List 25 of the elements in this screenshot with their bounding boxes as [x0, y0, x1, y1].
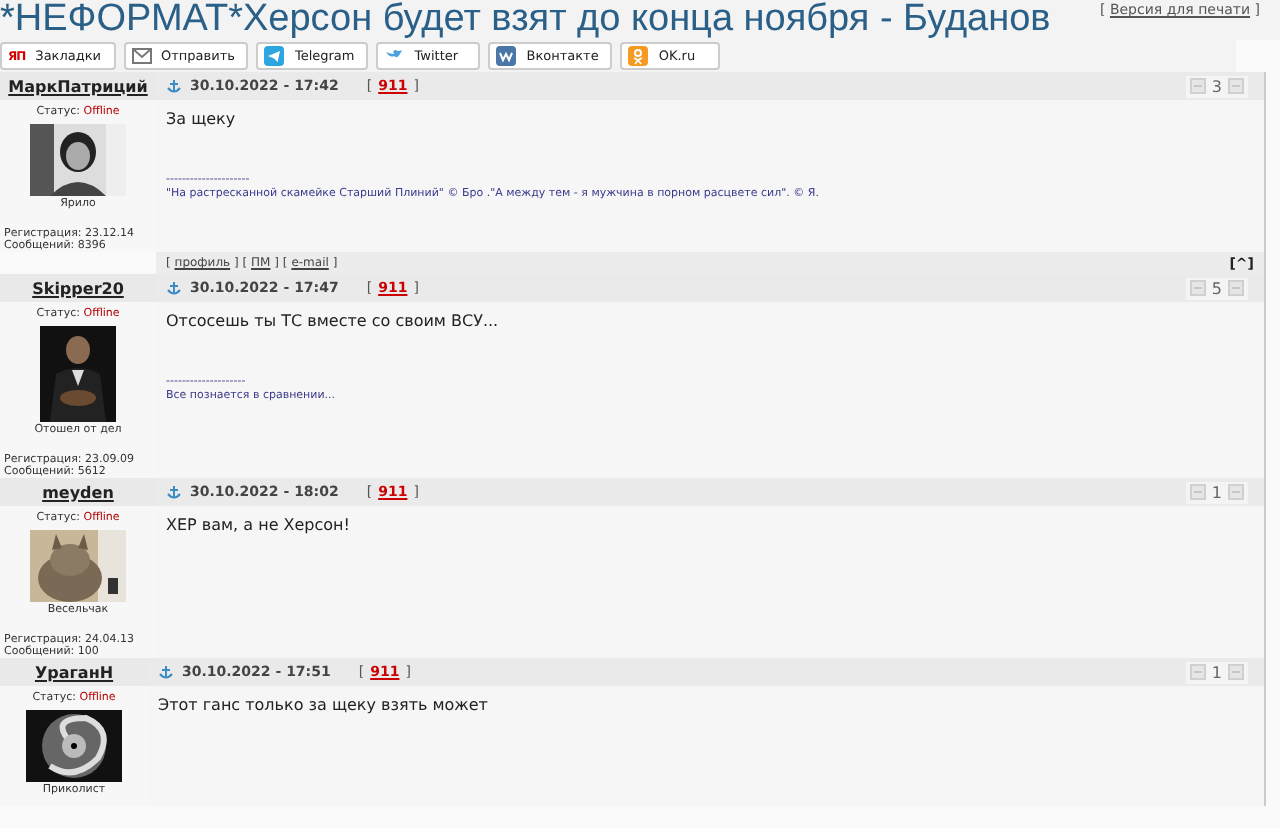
- rating-count: 3: [1211, 77, 1222, 95]
- minus-icon[interactable]: [1189, 484, 1206, 500]
- author-name[interactable]: МаркПатриций: [8, 77, 148, 95]
- anchor-icon[interactable]: [166, 78, 182, 94]
- post-text: Отсосешь ты ТС вместе со своим ВСУ...: [166, 312, 501, 330]
- page-title: *НЕФОРМАТ*Херсон будет взят до конца ноября - Буданов: [0, 0, 1051, 40]
- post-text: ХЕР вам, а не Херсон!: [166, 516, 352, 534]
- post-text: За щеку: [166, 110, 238, 128]
- paper-plane-icon: [264, 46, 285, 66]
- anchor-icon[interactable]: [166, 484, 182, 500]
- ok-logo-icon: [628, 46, 649, 66]
- anchor-icon[interactable]: [166, 280, 182, 296]
- minus-icon[interactable]: [1189, 280, 1206, 296]
- anchor-icon[interactable]: [158, 664, 174, 680]
- author-name[interactable]: УраганН: [34, 663, 114, 681]
- minus-icon[interactable]: [1189, 78, 1206, 94]
- post-text: Этот ганс только за щеку взять может: [158, 696, 490, 714]
- rating-count: 1: [1211, 663, 1222, 681]
- rating-count: 5: [1211, 279, 1222, 297]
- author-name[interactable]: Skipper20: [32, 279, 124, 297]
- author-name[interactable]: meyden: [42, 483, 114, 501]
- vk-logo-icon: [496, 46, 517, 66]
- rating-count: 1: [1211, 483, 1222, 501]
- envelope-icon: [131, 48, 152, 64]
- minus-icon[interactable]: [1189, 664, 1206, 680]
